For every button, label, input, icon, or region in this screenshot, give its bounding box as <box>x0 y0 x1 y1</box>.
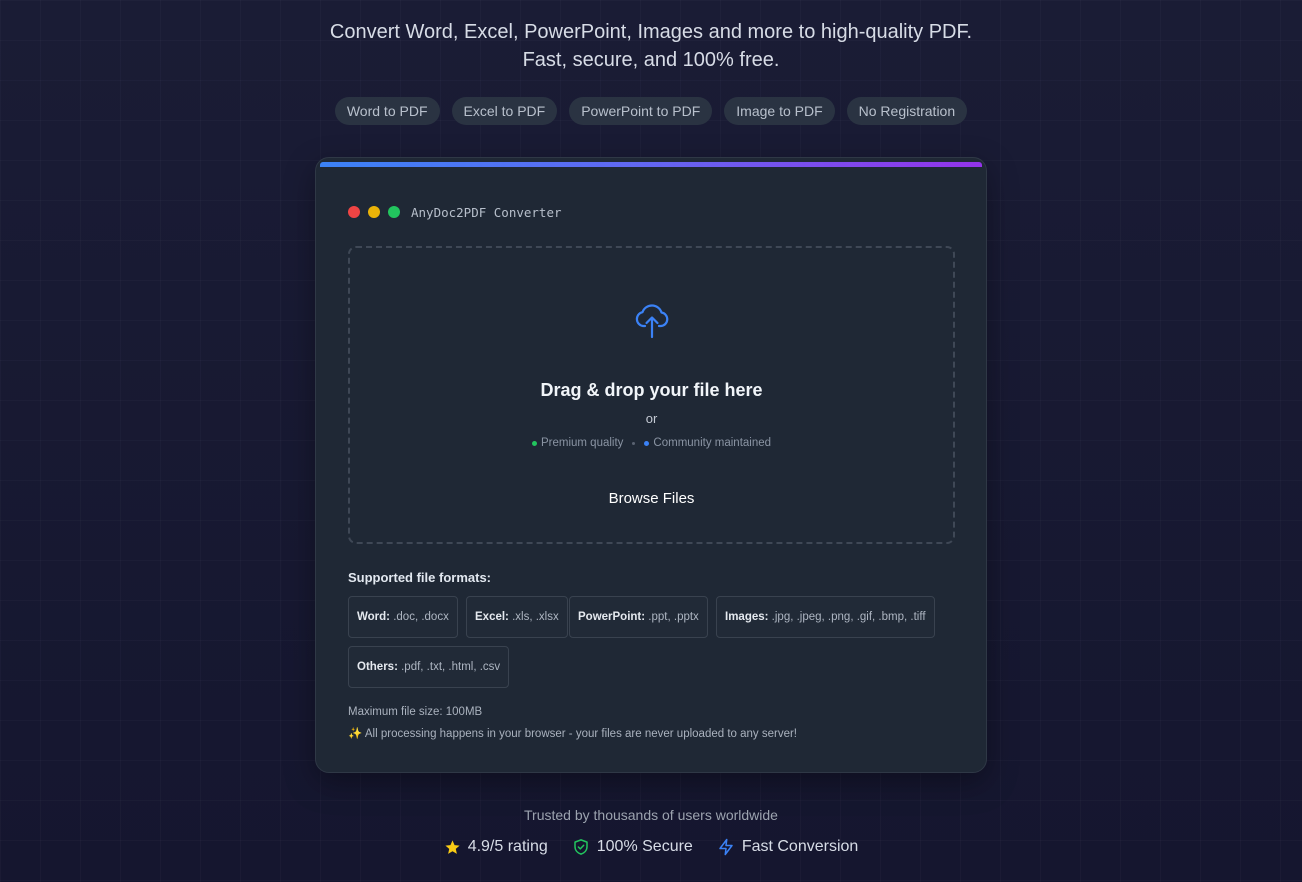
stat-rating: 4.9/5 rating <box>444 838 548 856</box>
quality-row: Premium quality Community maintained <box>350 437 953 449</box>
quality-item-community: Community maintained <box>644 437 771 449</box>
browse-files-button[interactable]: Browse Files <box>570 481 733 517</box>
hero-subtitle: Convert Word, Excel, PowerPoint, Images … <box>0 18 1302 74</box>
card-accent-bar <box>320 162 982 167</box>
drop-title: Drag & drop your file here <box>540 380 763 400</box>
format-chip-powerpoint: PowerPoint: .ppt, .pptx <box>569 596 708 638</box>
window-title: AnyDoc2PDF Converter <box>411 204 562 220</box>
converter-card: AnyDoc2PDF Converter Drag & drop your fi… <box>315 157 987 773</box>
hero-subtitle-line2: Fast, secure, and 100% free. <box>522 49 780 71</box>
tag-excel-to-pdf: Excel to PDF <box>451 97 558 125</box>
format-chip-excel: Excel: .xls, .xlsx <box>466 596 568 638</box>
stat-secure: 100% Secure <box>572 838 693 856</box>
format-ext: .ppt, .pptx <box>648 611 699 623</box>
file-dropzone[interactable]: Drag & drop your file here or Premium qu… <box>348 246 955 544</box>
stat-rating-label: 4.9/5 rating <box>467 838 548 855</box>
tag-image-to-pdf: Image to PDF <box>724 97 835 125</box>
window-maximize-dot <box>388 206 400 218</box>
stat-secure-label: 100% Secure <box>596 838 693 855</box>
formats-label: Supported file formats: <box>348 570 492 585</box>
trusted-text: Trusted by thousands of users worldwide <box>524 807 778 823</box>
window-minimize-dot <box>368 206 380 218</box>
cloud-upload-icon <box>635 304 669 339</box>
shield-check-icon <box>574 839 588 855</box>
green-dot-icon <box>531 440 537 446</box>
stat-fast: Fast Conversion <box>717 838 859 856</box>
max-file-size: Maximum file size: 100MB <box>348 706 483 718</box>
feature-tags: Word to PDF Excel to PDF PowerPoint to P… <box>0 97 1302 125</box>
tag-no-registration: No Registration <box>846 97 968 125</box>
format-name: Others: <box>357 661 398 673</box>
format-chip-images: Images: .jpg, .jpeg, .png, .gif, .bmp, .… <box>716 596 935 638</box>
format-chip-word: Word: .doc, .docx <box>348 596 458 638</box>
quality-item-premium: Premium quality <box>531 437 624 449</box>
format-name: Images: <box>725 611 769 623</box>
format-ext: .pdf, .txt, .html, .csv <box>401 661 501 673</box>
format-name: Word: <box>357 611 391 623</box>
blue-dot-icon <box>644 440 650 446</box>
stat-fast-label: Fast Conversion <box>741 838 859 855</box>
format-ext: .doc, .docx <box>393 611 449 623</box>
tag-powerpoint-to-pdf: PowerPoint to PDF <box>569 97 713 125</box>
quality-premium-label: Premium quality <box>540 437 624 449</box>
format-chip-others: Others: .pdf, .txt, .html, .csv <box>348 646 510 688</box>
privacy-note: ✨ All processing happens in your browser… <box>348 728 797 740</box>
lightning-icon <box>719 838 733 856</box>
star-icon <box>445 839 460 854</box>
stats-row: 4.9/5 rating 100% Secure Fast Conversion <box>0 838 1302 856</box>
format-name: PowerPoint: <box>578 611 646 623</box>
tag-word-to-pdf: Word to PDF <box>334 97 440 125</box>
quality-community-label: Community maintained <box>653 437 772 449</box>
format-ext: .xls, .xlsx <box>512 611 559 623</box>
separator-dot <box>632 441 636 445</box>
drop-or-text: or <box>645 411 658 426</box>
window-bar: AnyDoc2PDF Converter <box>348 204 562 220</box>
format-name: Excel: <box>475 611 509 623</box>
hero-subtitle-line1: Convert Word, Excel, PowerPoint, Images … <box>329 21 973 43</box>
format-ext: .jpg, .jpeg, .png, .gif, .bmp, .tiff <box>771 611 926 623</box>
window-close-dot <box>348 206 360 218</box>
